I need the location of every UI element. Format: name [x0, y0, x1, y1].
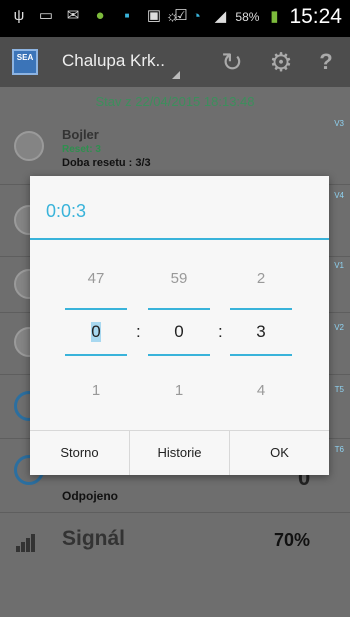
- battery-icon: ▮: [270, 8, 279, 25]
- dialog-title: 0:0:3: [46, 201, 87, 221]
- location-spinner[interactable]: Chalupa Krk..: [62, 51, 165, 71]
- item-tag: V3: [334, 119, 344, 128]
- ok-button[interactable]: OK: [229, 431, 329, 475]
- state-timestamp: Stav z 22/04/2015 18:13:48: [95, 94, 255, 109]
- time-separator: :: [136, 322, 141, 341]
- vibrate-icon: ☼: [165, 8, 180, 25]
- status-circle-icon: [14, 131, 44, 161]
- item-title: Bojler: [62, 127, 99, 142]
- status-bar: ψ ▭ ✉ ● ■ ▣ ☑ ☼ ◔ ◢ 58% ▮ 15:24: [0, 0, 350, 37]
- item-tag: V1: [334, 261, 344, 270]
- time-picker-dialog: 0:0:3 47 0 1 : 59 0 1 : 2 3 4 Storno His…: [30, 176, 329, 475]
- item-tag: V2: [334, 323, 344, 332]
- picker-divider: [148, 308, 210, 310]
- signal-label: Signál: [62, 527, 126, 550]
- status-right: ☼ ◔ ◢ 58% ▮ 15:24: [163, 5, 342, 29]
- history-button[interactable]: Historie: [129, 431, 229, 475]
- app-logo-icon[interactable]: SEA: [12, 49, 38, 75]
- cancel-button[interactable]: Storno: [30, 431, 129, 475]
- gear-icon[interactable]: ⚙: [265, 46, 297, 78]
- dialog-buttons: Storno Historie OK: [30, 430, 329, 475]
- refresh-icon[interactable]: ↻: [216, 46, 248, 78]
- usb-icon: ψ: [13, 7, 25, 24]
- picker-divider: [148, 354, 210, 356]
- minutes-value[interactable]: 0: [148, 322, 210, 342]
- picker-divider: [65, 308, 127, 310]
- time-separator: :: [218, 322, 223, 341]
- dot-icon: ■: [124, 11, 130, 20]
- seconds-next[interactable]: 4: [230, 382, 292, 399]
- signal-value: 70%: [274, 530, 311, 550]
- item-tag: T6: [334, 445, 344, 454]
- hours-next[interactable]: 1: [65, 382, 127, 399]
- list-item-bojler[interactable]: Bojler Reset: 3 Doba resetu : 3/3 V3: [0, 117, 350, 185]
- wifi-icon: ◔: [191, 8, 201, 25]
- hours-prev[interactable]: 47: [65, 270, 127, 287]
- action-bar: SEA Chalupa Krk.. ↻ ⚙ ?: [0, 37, 350, 87]
- item-reset: Reset: 3: [62, 144, 101, 155]
- signal-icon: ◢: [214, 8, 227, 25]
- item-tag: T5: [334, 385, 344, 394]
- picker-divider: [230, 354, 292, 356]
- item-tag: V4: [334, 191, 344, 200]
- picker-divider: [65, 354, 127, 356]
- seconds-value[interactable]: 3: [230, 322, 292, 342]
- signal-bars-icon: [16, 534, 36, 552]
- seconds-prev[interactable]: 2: [230, 270, 292, 287]
- item-reset-period: Doba resetu : 3/3: [62, 157, 151, 169]
- battery-percent: 58%: [235, 10, 260, 24]
- mail-icon: ✉: [66, 7, 80, 24]
- spinner-arrow-icon[interactable]: [172, 71, 180, 79]
- hours-value[interactable]: 0: [91, 322, 101, 342]
- item-status: Odpojeno: [62, 489, 118, 503]
- android-icon: ●: [95, 7, 105, 24]
- help-button[interactable]: ?: [310, 46, 342, 78]
- minutes-next[interactable]: 1: [148, 382, 210, 399]
- minutes-prev[interactable]: 59: [148, 270, 210, 287]
- image-icon: ▭: [38, 7, 54, 24]
- dialog-divider: [30, 238, 329, 240]
- clock: 15:24: [289, 5, 342, 28]
- hours-input[interactable]: 0: [65, 322, 127, 342]
- nfc-icon: ▣: [146, 7, 162, 24]
- picker-divider: [230, 308, 292, 310]
